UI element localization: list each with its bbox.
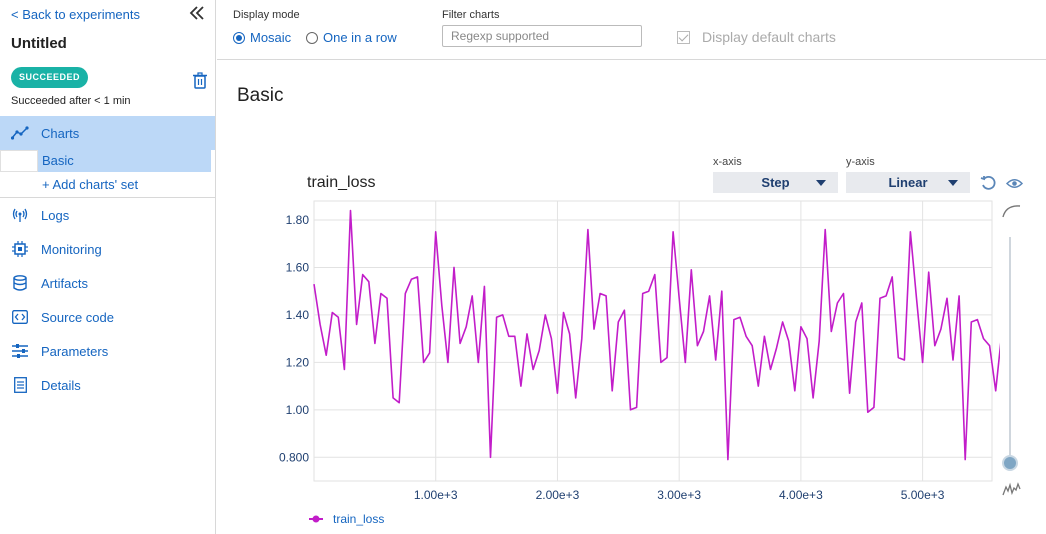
run-status-text: Succeeded after < 1 min bbox=[11, 95, 131, 107]
y-tick-label: 1.60 bbox=[286, 260, 310, 274]
y-tick-label: 1.00 bbox=[286, 403, 310, 417]
sidebar-item-details[interactable]: Details bbox=[0, 368, 215, 402]
document-icon bbox=[11, 376, 29, 394]
broadcast-icon bbox=[11, 206, 29, 224]
chart-grid bbox=[313, 200, 993, 482]
radio-circle bbox=[233, 31, 245, 44]
display-default-charts-checkbox[interactable]: Display default charts bbox=[677, 29, 836, 45]
charts-icon bbox=[11, 124, 29, 142]
sidebar-item-label: Source code bbox=[41, 309, 114, 325]
chart-series bbox=[313, 209, 1000, 461]
y-tick-label: 1.40 bbox=[286, 308, 310, 322]
sidebar: < Back to experiments Untitled SUCCEEDED… bbox=[0, 0, 216, 534]
checkbox-box bbox=[677, 30, 690, 44]
chart-toolbar: Display mode Mosaic One in a row Filter … bbox=[217, 0, 1046, 60]
x-tick-label: 5.00e+3 bbox=[901, 488, 945, 502]
database-icon bbox=[11, 274, 29, 292]
sidebar-item-label: Parameters bbox=[41, 343, 109, 359]
sidebar-item-label: Basic bbox=[38, 150, 211, 172]
subitem-marker bbox=[0, 150, 38, 172]
add-charts-set-button[interactable]: + Add charts' set bbox=[0, 172, 215, 198]
radio-label: One in a row bbox=[323, 30, 397, 45]
run-title: Untitled bbox=[11, 35, 67, 52]
mode-mosaic-radio[interactable]: Mosaic bbox=[233, 30, 291, 45]
sidebar-item-artifacts[interactable]: Artifacts bbox=[0, 266, 215, 300]
smoothing-slider-track[interactable] bbox=[1009, 237, 1011, 461]
sidebar-item-source-code[interactable]: Source code bbox=[0, 300, 215, 334]
train-loss-chart[interactable]: 1.00e+3 2.00e+3 3.00e+3 4.00e+3 5.00e+3 0.800… bbox=[230, 190, 1000, 534]
back-to-experiments-link[interactable]: < Back to experiments bbox=[11, 7, 140, 22]
y-tick-label: 0.800 bbox=[279, 450, 309, 464]
sidebar-item-label: Monitoring bbox=[41, 241, 102, 257]
chart-axes: 1.00e+3 2.00e+3 3.00e+3 4.00e+3 5.00e+3 0.800… bbox=[279, 213, 945, 502]
mode-one-in-row-radio[interactable]: One in a row bbox=[306, 30, 397, 45]
sidebar-item-logs[interactable]: Logs bbox=[0, 198, 215, 232]
smoothing-slider-handle[interactable] bbox=[1002, 455, 1018, 471]
sidebar-subitem-basic[interactable]: Basic bbox=[0, 150, 215, 172]
x-tick-label: 1.00e+3 bbox=[414, 488, 458, 502]
x-tick-label: 2.00e+3 bbox=[536, 488, 580, 502]
collapse-sidebar-icon[interactable] bbox=[188, 4, 206, 22]
radio-label: Mosaic bbox=[250, 30, 292, 45]
raw-data-icon[interactable] bbox=[1002, 481, 1021, 497]
select-value: Step bbox=[761, 175, 790, 190]
y-tick-label: 1.80 bbox=[286, 213, 310, 227]
legend-label: train_loss bbox=[333, 512, 384, 526]
sidebar-nav: Charts Basic + Add charts' set Logs Moni… bbox=[0, 116, 215, 402]
legend-marker bbox=[312, 515, 320, 523]
chart-set-title: Basic bbox=[237, 85, 284, 106]
y-tick-label: 1.20 bbox=[286, 355, 310, 369]
x-axis-select-label: x-axis bbox=[713, 156, 742, 168]
chevron-down-icon bbox=[816, 180, 826, 186]
x-tick-label: 4.00e+3 bbox=[779, 488, 823, 502]
sidebar-item-monitoring[interactable]: Monitoring bbox=[0, 232, 215, 266]
sliders-icon bbox=[11, 342, 29, 360]
x-tick-label: 3.00e+3 bbox=[657, 488, 701, 502]
y-axis-select-label: y-axis bbox=[846, 156, 875, 168]
filter-charts-input[interactable] bbox=[442, 25, 642, 47]
code-icon bbox=[11, 308, 29, 326]
sidebar-item-label: Logs bbox=[41, 207, 70, 223]
checkbox-label: Display default charts bbox=[702, 29, 836, 45]
chart-legend[interactable]: train_loss bbox=[309, 512, 384, 526]
plot-frame bbox=[313, 200, 993, 482]
sidebar-item-label: Artifacts bbox=[41, 275, 88, 291]
chevron-down-icon bbox=[948, 180, 958, 186]
sidebar-item-charts[interactable]: Charts bbox=[0, 116, 215, 150]
eye-icon[interactable] bbox=[1006, 177, 1023, 190]
sidebar-item-label: Charts bbox=[41, 125, 80, 141]
sidebar-item-parameters[interactable]: Parameters bbox=[0, 334, 215, 368]
filter-charts-label: Filter charts bbox=[442, 9, 500, 21]
smoothing-curve-icon[interactable] bbox=[1002, 203, 1021, 219]
display-mode-label: Display mode bbox=[233, 9, 300, 21]
select-value: Linear bbox=[888, 175, 928, 190]
sidebar-item-label: Details bbox=[41, 377, 81, 393]
chip-icon bbox=[11, 240, 29, 258]
train-loss-line bbox=[313, 209, 1000, 461]
status-badge: SUCCEEDED bbox=[11, 67, 89, 88]
trash-icon[interactable] bbox=[192, 72, 208, 89]
radio-circle bbox=[306, 31, 318, 44]
